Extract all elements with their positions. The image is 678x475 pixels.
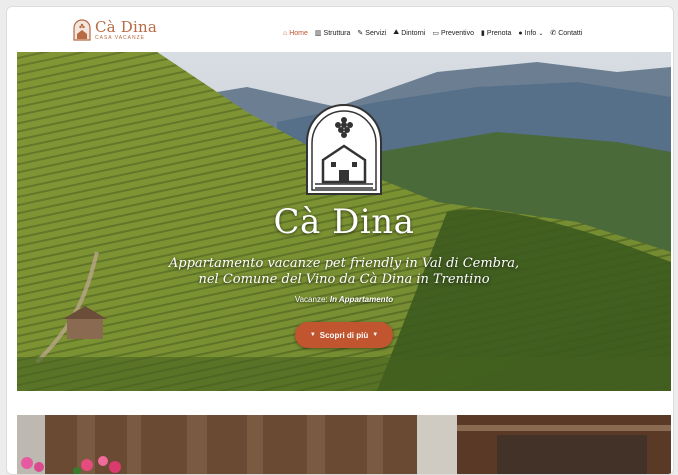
- nav-servizi[interactable]: ✎ Servizi: [357, 29, 387, 38]
- caret-down-icon: ▼: [309, 332, 316, 338]
- discover-more-label: Scopri di più: [319, 330, 369, 340]
- nav-home-label: Home: [289, 29, 308, 37]
- hero-subtitle: Vacanze: In Appartamento: [294, 295, 394, 304]
- logo-name: Cà Dina: [95, 17, 158, 36]
- nav-contatti-label: Contatti: [558, 29, 583, 37]
- nav-preventivo[interactable]: ▭ Preventivo: [432, 29, 475, 38]
- nav-prenota-label: Prenota: [486, 29, 512, 37]
- nav-dintorni-label: Dintorni: [401, 29, 426, 37]
- building-icon: ▥: [314, 30, 322, 37]
- hero-banner: Cà Dina Appartamento vacanze pet friendl…: [17, 52, 671, 391]
- nav-struttura-label: Struttura: [323, 29, 351, 37]
- nav-contatti[interactable]: ✆ Contatti: [550, 29, 583, 38]
- hero-sub-prefix: Vacanze: [294, 295, 326, 304]
- site-header: Cà Dina CASA VACANZE ⌂ Home ▥ Struttura ✎ S…: [7, 7, 673, 55]
- hiking-icon: ⛰: [393, 29, 400, 36]
- phone-icon: ✆: [550, 30, 557, 37]
- gallery-preview-image: [17, 415, 671, 474]
- nav-servizi-label: Servizi: [365, 29, 387, 37]
- nav-struttura[interactable]: ▥ Struttura: [314, 29, 351, 38]
- bookmark-icon: ▮: [481, 30, 485, 37]
- house-icon: ⌂: [283, 29, 288, 37]
- page-frame: Cà Dina CASA VACANZE ⌂ Home ▥ Struttura ✎ S…: [6, 6, 674, 475]
- hero-sub-emphasis: In Appartamento: [329, 295, 394, 304]
- info-icon: ●: [518, 29, 523, 37]
- hero-tagline: Appartamento vacanze pet friendly in Val…: [17, 256, 671, 288]
- hero-title: Cà Dina: [273, 202, 415, 242]
- discover-more-button[interactable]: ▼ Scopri di più ▼: [295, 322, 393, 348]
- hero-house-grape-icon: [306, 104, 382, 195]
- nav-home[interactable]: ⌂ Home: [283, 30, 308, 37]
- nav-dintorni[interactable]: ⛰ Dintorni: [393, 29, 425, 37]
- hero-tagline-line1: Appartamento vacanze pet friendly in Val…: [168, 256, 520, 271]
- gallery-preview: [17, 415, 671, 474]
- nav-info-label: Info: [524, 29, 537, 37]
- main-nav: ⌂ Home ▥ Struttura ✎ Servizi ⛰ Dintorni ▭ Pre…: [283, 29, 582, 37]
- nav-preventivo-label: Preventivo: [440, 29, 475, 37]
- nav-prenota[interactable]: ▮ Prenota: [481, 29, 512, 38]
- nav-info[interactable]: ● Info ⌄: [518, 30, 543, 37]
- chevron-down-icon: ⌄: [538, 30, 544, 37]
- logo-subtitle: CASA VACANZE: [95, 34, 145, 41]
- hero-tagline-line2: nel Comune del Vino da Cà Dina in Trenti…: [198, 272, 490, 287]
- caret-down-icon-right: ▼: [372, 332, 379, 338]
- site-logo[interactable]: Cà Dina CASA VACANZE: [73, 19, 157, 41]
- chat-icon: ▭: [432, 30, 439, 37]
- house-grape-logo-icon: [73, 19, 91, 41]
- tools-icon: ✎: [357, 30, 364, 37]
